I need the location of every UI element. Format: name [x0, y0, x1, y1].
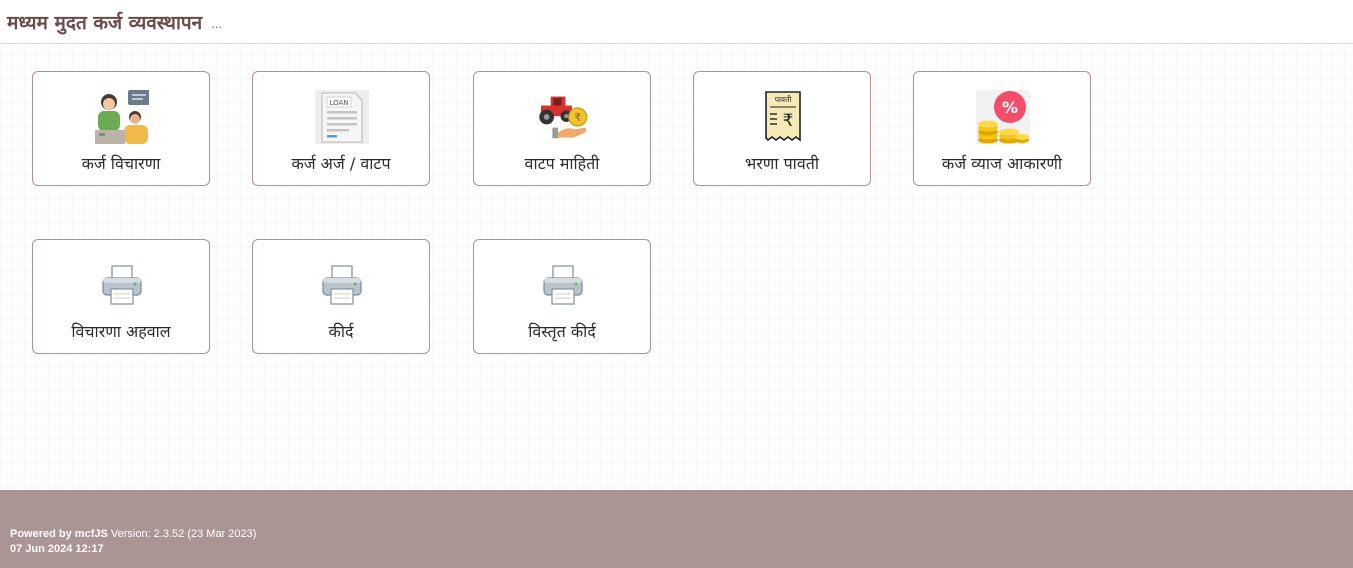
tile-inquiry-report[interactable]: विचारणा अहवाल — [32, 239, 210, 354]
svg-text:₹: ₹ — [574, 111, 581, 124]
interest-coins-icon: % — [976, 90, 1030, 144]
tractor-coin-icon: ₹ — [536, 90, 590, 144]
app-header: मध्यम मुदत कर्ज व्यवस्थापन ... — [0, 0, 1353, 44]
printer-icon — [536, 258, 590, 312]
tile-ledger[interactable]: कीर्द — [252, 239, 430, 354]
printer-icon — [95, 258, 149, 312]
printer-icon — [315, 258, 369, 312]
dashboard-grid: कर्ज विचारणा LOAN कर्ज अर्ज / वाटप ₹ वाट… — [0, 44, 1353, 490]
tile-loan-inquiry[interactable]: कर्ज विचारणा — [32, 71, 210, 186]
receipt-icon: पावती ₹ — [756, 90, 810, 144]
tile-label: विचारणा अहवाल — [71, 322, 171, 341]
powered-by-line: Powered by mcfJS Version: 2.3.52 (23 Mar… — [10, 528, 256, 540]
tile-label: विस्तृत कीर्द — [528, 322, 596, 341]
page-title: मध्यम मुदत कर्ज व्यवस्थापन — [7, 11, 203, 34]
tile-payment-receipt[interactable]: पावती ₹ भरणा पावती — [693, 71, 871, 186]
tile-detailed-ledger[interactable]: विस्तृत कीर्द — [473, 239, 651, 354]
tile-label: कर्ज विचारणा — [81, 154, 161, 173]
version-text: Version: 2.3.52 (23 Mar 2023) — [107, 528, 257, 540]
brand-name: mcfJS — [74, 528, 108, 540]
tile-label: भरणा पावती — [745, 154, 819, 173]
svg-text:₹: ₹ — [783, 111, 794, 131]
powered-by-prefix: Powered by — [10, 528, 75, 540]
loan-document-icon: LOAN — [315, 90, 369, 144]
tile-label: कीर्द — [328, 322, 354, 341]
svg-text:पावती: पावती — [775, 95, 793, 104]
title-ellipsis[interactable]: ... — [211, 18, 222, 31]
footer-timestamp: 07 Jun 2024 12:17 — [10, 543, 104, 555]
tile-label: कर्ज अर्ज / वाटप — [291, 154, 391, 173]
tile-loan-application[interactable]: LOAN कर्ज अर्ज / वाटप — [252, 71, 430, 186]
tile-disbursement-info[interactable]: ₹ वाटप माहिती — [473, 71, 651, 186]
app-footer: Powered by mcfJS Version: 2.3.52 (23 Mar… — [0, 490, 1353, 568]
svg-text:%: % — [1002, 98, 1018, 117]
svg-text:LOAN: LOAN — [329, 99, 348, 107]
tile-label: वाटप माहिती — [524, 154, 600, 173]
tile-label: कर्ज व्याज आकारणी — [941, 154, 1063, 173]
loan-inquiry-icon — [95, 90, 149, 144]
tile-loan-interest[interactable]: % कर्ज व्याज आकारणी — [913, 71, 1091, 186]
